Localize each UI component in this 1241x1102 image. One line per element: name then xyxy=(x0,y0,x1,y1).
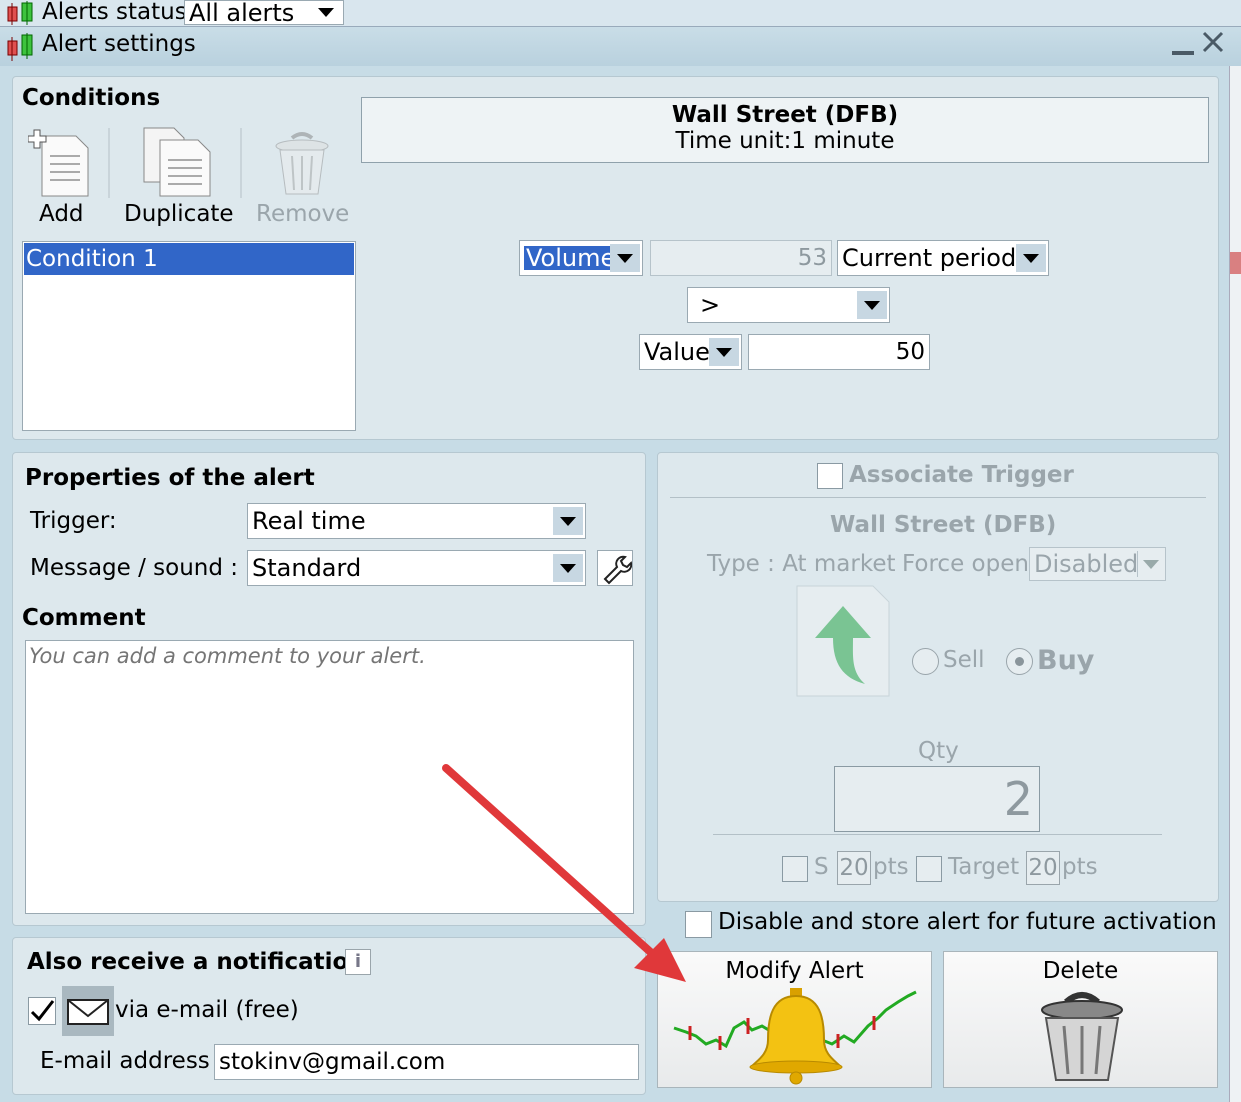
operator-value: > xyxy=(700,291,721,319)
candlestick-icon xyxy=(4,33,38,61)
bell-chart-icon xyxy=(672,988,920,1086)
alerts-status-value: All alerts xyxy=(189,0,295,27)
add-document-icon xyxy=(27,128,94,198)
trigger-select[interactable]: Real time xyxy=(247,503,586,539)
trigger-instrument: Wall Street (DFB) xyxy=(830,512,1057,538)
message-label: Message / sound : xyxy=(30,555,239,581)
operator-select[interactable]: > xyxy=(687,287,890,323)
message-value: Standard xyxy=(252,554,362,582)
chevron-down-icon[interactable] xyxy=(1137,551,1163,577)
trigger-value: Real time xyxy=(252,507,366,535)
wrench-icon xyxy=(603,555,633,585)
sell-radio[interactable] xyxy=(912,648,939,675)
compare-type-select[interactable]: Value xyxy=(639,334,742,370)
sell-label: Sell xyxy=(943,647,985,673)
modify-alert-button[interactable]: Modify Alert xyxy=(657,951,932,1088)
background-fragment xyxy=(1230,252,1241,274)
target-input[interactable]: 20 xyxy=(1026,851,1060,885)
remove-button[interactable]: Remove xyxy=(252,126,352,232)
qty-label: Qty xyxy=(918,738,959,764)
trash-icon xyxy=(272,130,332,200)
minimize-icon[interactable] xyxy=(1172,51,1194,55)
force-open-label: Force open xyxy=(902,551,1029,577)
window-title: Alert settings xyxy=(42,31,196,57)
indicator-select[interactable]: Volume xyxy=(519,240,643,276)
associate-trigger-checkbox[interactable] xyxy=(817,463,843,489)
indicator-value: Volume xyxy=(524,244,618,272)
alerts-status-select[interactable]: All alerts xyxy=(184,0,344,25)
buy-radio[interactable] xyxy=(1006,648,1033,675)
alerts-status-bar: Alerts status All alerts xyxy=(0,0,1241,26)
stop-label: S xyxy=(814,854,829,880)
remove-label: Remove xyxy=(256,201,350,227)
force-open-value: Disabled xyxy=(1034,550,1139,578)
add-button[interactable]: Add xyxy=(24,126,98,232)
chevron-down-icon[interactable] xyxy=(553,507,583,535)
trash-icon xyxy=(1038,988,1126,1084)
add-label: Add xyxy=(39,201,84,227)
instrument-name: Wall Street (DFB) xyxy=(671,102,899,128)
duplicate-document-icon xyxy=(140,126,216,198)
checkmark-icon xyxy=(30,1000,55,1022)
candlestick-icon xyxy=(4,1,38,25)
compare-type-value: Value xyxy=(644,338,710,366)
period-value: Current period xyxy=(842,244,1017,272)
conditions-heading: Conditions xyxy=(22,85,161,111)
target-unit: pts xyxy=(1062,854,1098,880)
duplicate-label: Duplicate xyxy=(124,201,234,227)
properties-heading: Properties of the alert xyxy=(25,465,315,491)
email-option-label: via e-mail (free) xyxy=(115,997,299,1023)
divider xyxy=(670,497,1206,498)
chevron-down-icon[interactable] xyxy=(1016,244,1046,272)
current-value-field: 53 xyxy=(650,240,832,276)
info-icon[interactable]: i xyxy=(345,949,371,975)
window-titlebar: Alert settings xyxy=(0,26,1241,66)
close-icon[interactable] xyxy=(1201,30,1225,54)
duplicate-button[interactable]: Duplicate xyxy=(118,126,236,232)
target-checkbox[interactable] xyxy=(916,856,942,882)
target-label: Target xyxy=(948,854,1020,880)
divider xyxy=(713,834,1162,835)
email-address-input[interactable]: stokinv@gmail.com xyxy=(214,1044,639,1080)
chevron-down-icon[interactable] xyxy=(553,554,583,582)
chevron-down-icon[interactable] xyxy=(311,4,341,21)
disable-store-label: Disable and store alert for future activ… xyxy=(718,909,1217,935)
qty-input[interactable]: 2 xyxy=(834,766,1040,832)
chevron-down-icon[interactable] xyxy=(610,244,640,272)
period-select[interactable]: Current period xyxy=(837,240,1049,276)
radio-dot xyxy=(1015,657,1024,666)
comment-heading: Comment xyxy=(22,605,146,631)
stop-input[interactable]: 20 xyxy=(837,851,871,885)
time-unit: Time unit:1 minute xyxy=(675,128,895,154)
force-open-select[interactable]: Disabled xyxy=(1029,547,1166,581)
message-select[interactable]: Standard xyxy=(247,550,586,586)
list-item-condition-1[interactable]: Condition 1 xyxy=(24,243,354,275)
instrument-header: Wall Street (DFB) Time unit:1 minute xyxy=(361,97,1209,163)
delete-label: Delete xyxy=(1042,958,1119,984)
buy-arrow-icon xyxy=(795,584,895,710)
background-window-edge xyxy=(1229,66,1241,1102)
envelope-icon xyxy=(62,986,114,1036)
compare-value-input[interactable]: 50 xyxy=(748,334,930,370)
wrench-button[interactable] xyxy=(597,550,633,586)
notification-heading: Also receive a notification xyxy=(27,949,365,975)
delete-button[interactable]: Delete xyxy=(943,951,1218,1088)
annotation-arrow xyxy=(438,760,698,990)
conditions-list: Condition 1 xyxy=(22,241,356,431)
modify-alert-label: Modify Alert xyxy=(725,958,864,984)
toolbar-divider xyxy=(240,128,242,198)
chevron-down-icon[interactable] xyxy=(709,338,739,366)
toolbar-divider xyxy=(108,128,110,198)
associate-trigger-label: Associate Trigger xyxy=(849,462,1074,488)
email-address-label: E-mail address xyxy=(40,1048,210,1074)
stop-checkbox[interactable] xyxy=(782,856,808,882)
email-checkbox[interactable] xyxy=(28,997,56,1025)
buy-label: Buy xyxy=(1037,645,1095,676)
alerts-status-label: Alerts status xyxy=(42,0,187,25)
stop-unit: pts xyxy=(873,854,909,880)
trigger-label: Trigger: xyxy=(30,508,117,534)
trigger-type-label: Type : At market xyxy=(707,551,896,577)
chevron-down-icon[interactable] xyxy=(857,291,887,319)
